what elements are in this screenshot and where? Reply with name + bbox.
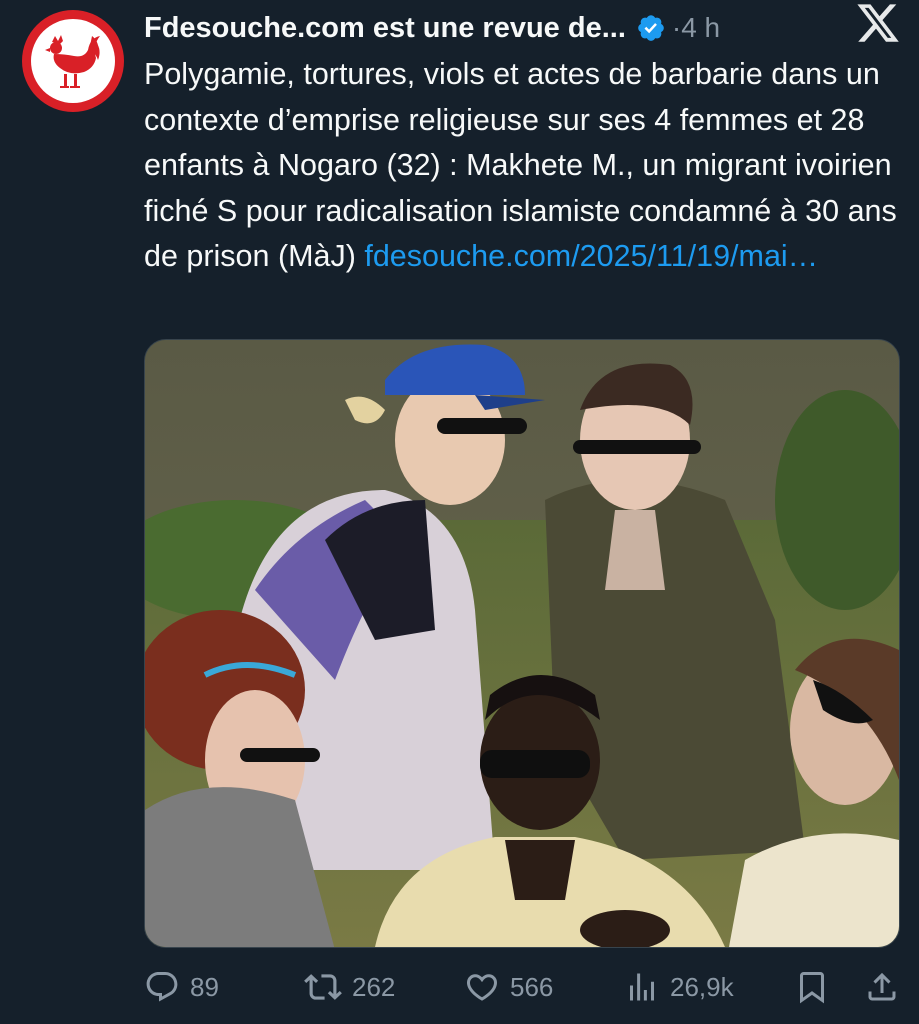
- avatar-ring: [31, 19, 115, 103]
- share-icon: [868, 972, 896, 1001]
- views-icon: [630, 973, 654, 1001]
- reply-icon: [146, 972, 178, 1002]
- retweet-count: 262: [352, 971, 396, 1002]
- tweet-header: Fdesouche.com est une revue de... ·4 h: [144, 6, 909, 50]
- reply-count: 89: [190, 971, 219, 1002]
- tweet-text: Polygamie, tortures, viols et actes de b…: [144, 52, 904, 280]
- photo-illustration: [145, 340, 899, 947]
- action-bar: 89 262 566 26,9k: [144, 962, 904, 1012]
- retweet-button[interactable]: 262: [304, 968, 464, 1006]
- tweet-time[interactable]: ·4 h: [672, 12, 720, 44]
- x-logo-icon[interactable]: [855, 0, 901, 51]
- avatar[interactable]: [22, 10, 124, 112]
- like-icon: [466, 974, 498, 1001]
- rooster-logo: [45, 35, 100, 88]
- tweet-photo[interactable]: [144, 339, 900, 948]
- bookmark-icon: [800, 972, 824, 1004]
- tweet-link[interactable]: fdesouche.com/2025/11/19/mai…: [364, 239, 818, 273]
- reply-button[interactable]: 89: [144, 969, 304, 1005]
- author-name[interactable]: Fdesouche.com est une revue de...: [144, 12, 626, 45]
- like-button[interactable]: 566: [464, 969, 624, 1005]
- share-button[interactable]: [864, 969, 904, 1005]
- like-count: 566: [510, 971, 554, 1002]
- bookmark-button[interactable]: [794, 969, 864, 1005]
- views-button[interactable]: 26,9k: [624, 969, 794, 1005]
- retweet-icon: [304, 974, 342, 1000]
- verified-badge-icon: [636, 13, 666, 43]
- views-count: 26,9k: [670, 971, 734, 1002]
